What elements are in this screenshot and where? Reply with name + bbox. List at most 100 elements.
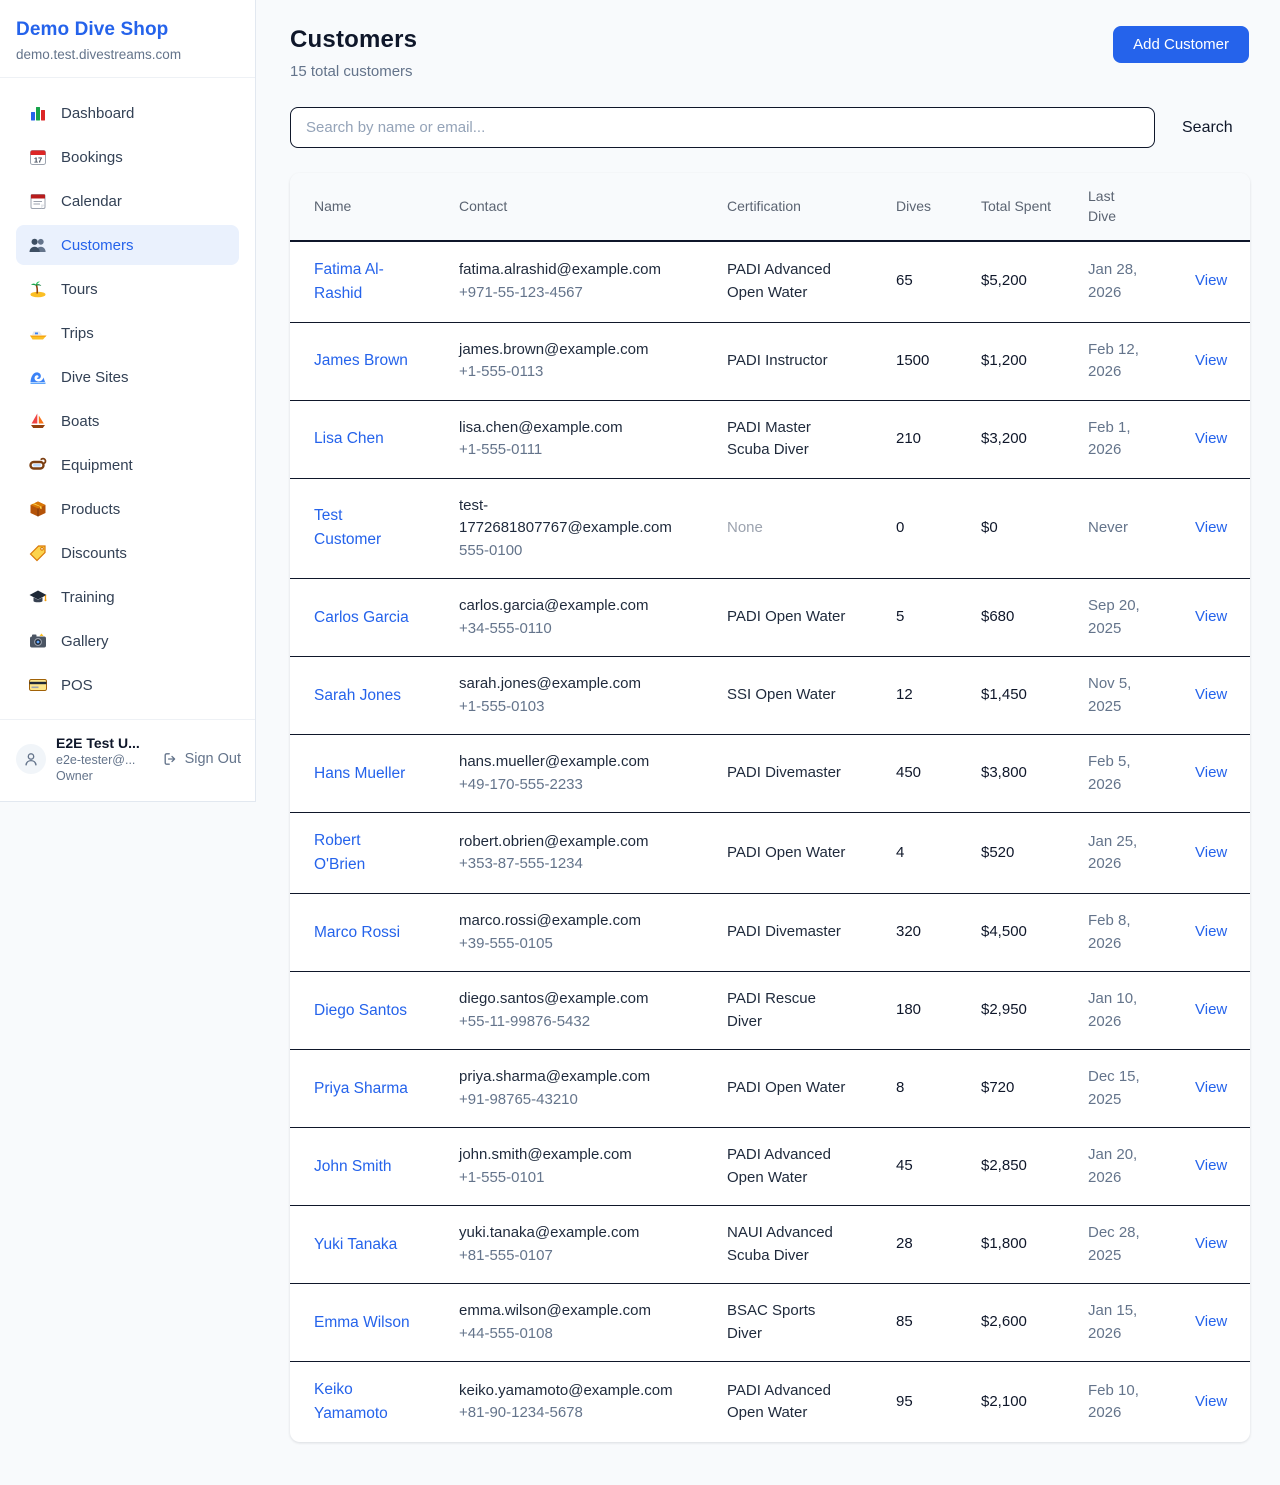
customer-last-dive-cell: Jan 28, 2026 bbox=[1088, 241, 1195, 323]
customer-name-link[interactable]: Marco Rossi bbox=[314, 921, 400, 945]
customer-name-link[interactable]: Priya Sharma bbox=[314, 1077, 408, 1101]
customer-email: emma.wilson@example.com bbox=[459, 1300, 675, 1323]
customer-name-link[interactable]: John Smith bbox=[314, 1155, 392, 1179]
sidebar-item-bookings[interactable]: 17 Bookings bbox=[16, 137, 239, 177]
customer-name-link[interactable]: Keiko Yamamoto bbox=[314, 1378, 411, 1426]
sidebar-item-trips[interactable]: Trips bbox=[16, 313, 239, 353]
customer-dives-cell: 320 bbox=[896, 894, 981, 972]
table-row: James Brown james.brown@example.com +1-5… bbox=[290, 322, 1250, 400]
customer-name-cell: Fatima Al-Rashid bbox=[290, 241, 459, 323]
sidebar-item-products[interactable]: Products bbox=[16, 489, 239, 529]
view-link[interactable]: View bbox=[1195, 1393, 1227, 1410]
sidebar-item-tours[interactable]: Tours bbox=[16, 269, 239, 309]
add-customer-button[interactable]: Add Customer bbox=[1113, 26, 1249, 63]
main-content: Customers 15 total customers Add Custome… bbox=[257, 0, 1280, 1442]
view-link[interactable]: View bbox=[1195, 923, 1227, 940]
sidebar-item-equipment[interactable]: Equipment bbox=[16, 445, 239, 485]
customer-dives-cell: 28 bbox=[896, 1206, 981, 1284]
view-link[interactable]: View bbox=[1195, 764, 1227, 781]
sidebar-item-calendar[interactable]: Calendar bbox=[16, 181, 239, 221]
view-link[interactable]: View bbox=[1195, 1001, 1227, 1018]
customer-name-link[interactable]: James Brown bbox=[314, 349, 408, 373]
customer-total-spent-cell: $2,950 bbox=[981, 972, 1088, 1050]
customer-last-dive-cell: Sep 20, 2025 bbox=[1088, 579, 1195, 657]
tear-off-calendar-icon bbox=[28, 191, 48, 211]
brand-domain: demo.test.divestreams.com bbox=[16, 47, 239, 62]
customer-name-cell: Test Customer bbox=[290, 478, 459, 579]
page-subtitle: 15 total customers bbox=[290, 63, 417, 80]
search-button[interactable]: Search bbox=[1182, 119, 1233, 137]
view-link[interactable]: View bbox=[1195, 1157, 1227, 1174]
customer-name-cell: Lisa Chen bbox=[290, 400, 459, 478]
customer-certification-cell: PADI Divemaster bbox=[727, 735, 896, 813]
customer-name-link[interactable]: Hans Mueller bbox=[314, 762, 405, 786]
customer-contact-cell: marco.rossi@example.com +39-555-0105 bbox=[459, 894, 727, 972]
customer-dives-cell: 65 bbox=[896, 241, 981, 323]
view-link[interactable]: View bbox=[1195, 272, 1227, 289]
customer-name-link[interactable]: Sarah Jones bbox=[314, 684, 401, 708]
search-row: Search bbox=[290, 107, 1249, 148]
customer-email: yuki.tanaka@example.com bbox=[459, 1222, 675, 1245]
customer-phone: +353-87-555-1234 bbox=[459, 853, 675, 876]
customer-certification-cell: NAUI Advanced Scuba Diver bbox=[727, 1206, 896, 1284]
sidebar-item-pos[interactable]: POS bbox=[16, 665, 239, 705]
view-link[interactable]: View bbox=[1195, 430, 1227, 447]
customer-phone: +1-555-0111 bbox=[459, 439, 675, 462]
view-link[interactable]: View bbox=[1195, 519, 1227, 536]
customer-dives-cell: 12 bbox=[896, 657, 981, 735]
customer-phone: +34-555-0110 bbox=[459, 618, 675, 641]
view-link[interactable]: View bbox=[1195, 1235, 1227, 1252]
table-row: Lisa Chen lisa.chen@example.com +1-555-0… bbox=[290, 400, 1250, 478]
brand-name: Demo Dive Shop bbox=[16, 19, 239, 41]
customer-name-link[interactable]: Robert O'Brien bbox=[314, 829, 411, 877]
customer-actions-cell: View bbox=[1195, 400, 1250, 478]
customer-name-link[interactable]: Lisa Chen bbox=[314, 427, 384, 451]
view-link[interactable]: View bbox=[1195, 844, 1227, 861]
customer-certification-cell: PADI Open Water bbox=[727, 1050, 896, 1128]
customer-phone: +49-170-555-2233 bbox=[459, 774, 675, 797]
view-link[interactable]: View bbox=[1195, 1313, 1227, 1330]
sidebar-item-dive-sites[interactable]: Dive Sites bbox=[16, 357, 239, 397]
sidebar-item-discounts[interactable]: Discounts bbox=[16, 533, 239, 573]
column-header-contact: Contact bbox=[459, 173, 727, 241]
customer-dives-cell: 5 bbox=[896, 579, 981, 657]
table-row: Marco Rossi marco.rossi@example.com +39-… bbox=[290, 894, 1250, 972]
sidebar-item-gallery[interactable]: Gallery bbox=[16, 621, 239, 661]
brand-block: Demo Dive Shop demo.test.divestreams.com bbox=[0, 0, 255, 78]
customer-email: james.brown@example.com bbox=[459, 339, 675, 362]
sign-out-button[interactable]: Sign Out bbox=[162, 751, 241, 767]
customer-name-link[interactable]: Diego Santos bbox=[314, 999, 407, 1023]
customer-contact-cell: sarah.jones@example.com +1-555-0103 bbox=[459, 657, 727, 735]
customer-name-link[interactable]: Emma Wilson bbox=[314, 1311, 410, 1335]
view-link[interactable]: View bbox=[1195, 1079, 1227, 1096]
customer-name-cell: Hans Mueller bbox=[290, 735, 459, 813]
customer-total-spent-cell: $1,800 bbox=[981, 1206, 1088, 1284]
customer-certification-cell: PADI Open Water bbox=[727, 813, 896, 894]
sidebar-item-customers[interactable]: Customers bbox=[16, 225, 239, 265]
customer-total-spent-cell: $1,200 bbox=[981, 322, 1088, 400]
page-title-block: Customers 15 total customers bbox=[290, 26, 417, 80]
search-input[interactable] bbox=[290, 107, 1155, 148]
people-icon bbox=[28, 235, 48, 255]
user-email: e2e-tester@... bbox=[56, 752, 152, 768]
view-link[interactable]: View bbox=[1195, 686, 1227, 703]
view-link[interactable]: View bbox=[1195, 352, 1227, 369]
table-row: Robert O'Brien robert.obrien@example.com… bbox=[290, 813, 1250, 894]
customer-name-link[interactable]: Carlos Garcia bbox=[314, 606, 409, 630]
view-link[interactable]: View bbox=[1195, 608, 1227, 625]
customer-last-dive-cell: Feb 8, 2026 bbox=[1088, 894, 1195, 972]
customer-contact-cell: keiko.yamamoto@example.com +81-90-1234-5… bbox=[459, 1362, 727, 1443]
customer-contact-cell: test-1772681807767@example.com 555-0100 bbox=[459, 478, 727, 579]
sidebar-item-boats[interactable]: Boats bbox=[16, 401, 239, 441]
sidebar-item-dashboard[interactable]: Dashboard bbox=[16, 93, 239, 133]
customer-name-link[interactable]: Yuki Tanaka bbox=[314, 1233, 397, 1257]
customer-dives-cell: 95 bbox=[896, 1362, 981, 1443]
customer-name-link[interactable]: Fatima Al-Rashid bbox=[314, 258, 411, 306]
table-row: Emma Wilson emma.wilson@example.com +44-… bbox=[290, 1284, 1250, 1362]
customer-contact-cell: priya.sharma@example.com +91-98765-43210 bbox=[459, 1050, 727, 1128]
logout-icon bbox=[162, 751, 178, 767]
camera-icon bbox=[28, 631, 48, 651]
customer-name-link[interactable]: Test Customer bbox=[314, 504, 411, 552]
customer-total-spent-cell: $0 bbox=[981, 478, 1088, 579]
sidebar-item-training[interactable]: Training bbox=[16, 577, 239, 617]
